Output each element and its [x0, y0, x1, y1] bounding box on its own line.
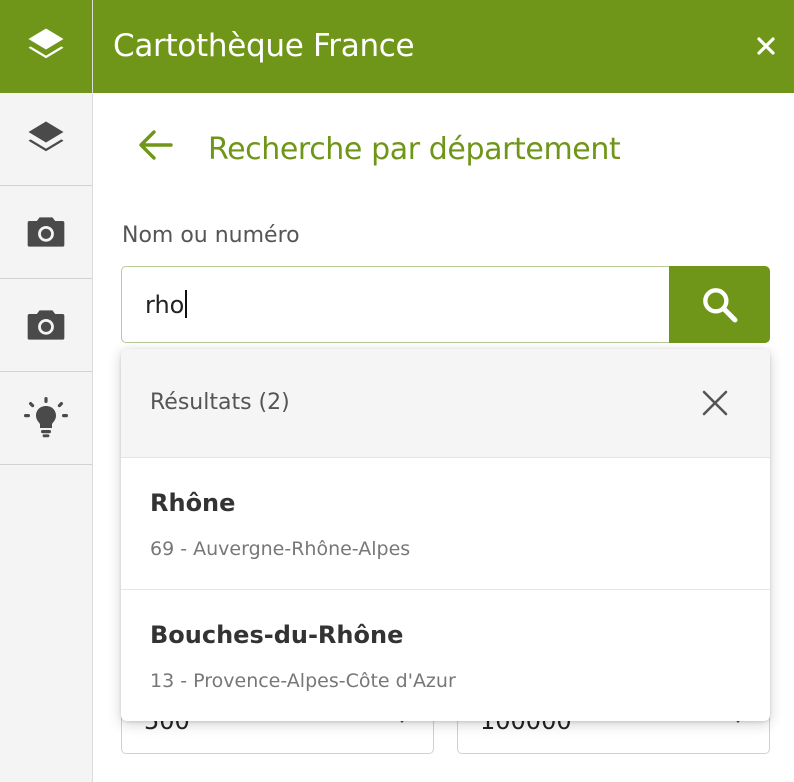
search-input-value: rho: [145, 290, 188, 319]
result-item-rhone[interactable]: Rhône 69 - Auvergne-Rhône-Alpes: [121, 458, 770, 590]
arrow-left-icon[interactable]: [138, 128, 174, 162]
results-title: Résultats (2): [150, 390, 290, 415]
rail-item-lightbulb[interactable]: [0, 372, 92, 465]
search-label: Nom ou numéro: [122, 223, 300, 248]
result-detail: 13 - Provence-Alpes-Côte d'Azur: [150, 670, 456, 692]
result-name: Bouches-du-Rhône: [150, 621, 404, 649]
text-caret: [185, 290, 188, 318]
result-detail: 69 - Auvergne-Rhône-Alpes: [150, 538, 411, 560]
close-icon[interactable]: [701, 389, 729, 417]
lightbulb-icon: [24, 397, 68, 438]
camera-icon: [27, 217, 65, 247]
search-input[interactable]: rho: [121, 266, 671, 343]
result-item-bouches-du-rhone[interactable]: Bouches-du-Rhône 13 - Provence-Alpes-Côt…: [121, 590, 770, 721]
result-name: Rhône: [150, 489, 236, 517]
page-title: Recherche par département: [208, 132, 621, 167]
rail-item-camera-1[interactable]: [0, 186, 92, 279]
camera-icon: [27, 310, 65, 340]
results-header: Résultats (2): [121, 349, 770, 458]
rail-item-camera-2[interactable]: [0, 279, 92, 372]
layers-icon: [28, 28, 64, 59]
app-header: Cartothèque France: [93, 0, 794, 93]
close-icon[interactable]: [756, 36, 776, 56]
search-icon: [702, 287, 737, 322]
rail-item-layers[interactable]: [0, 93, 92, 186]
search-button[interactable]: [669, 266, 770, 343]
app-title: Cartothèque France: [113, 28, 415, 64]
layers-icon: [28, 121, 64, 152]
results-dropdown: Résultats (2) Rhône 69 - Auvergne-Rhône-…: [121, 349, 770, 721]
rail-item-layers-active[interactable]: [0, 0, 92, 93]
side-rail: [0, 0, 93, 782]
